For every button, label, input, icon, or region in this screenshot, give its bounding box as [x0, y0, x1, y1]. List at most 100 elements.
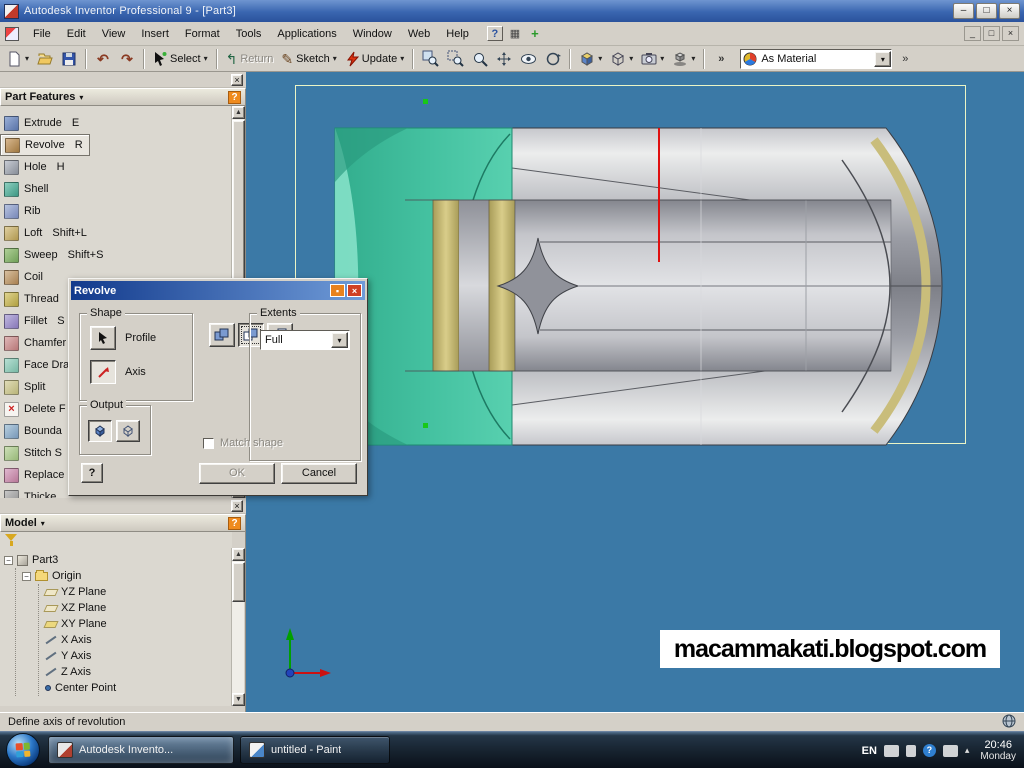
panel-item-shell[interactable]: Shell: [0, 178, 54, 200]
panel-item-fillet[interactable]: Fillet S: [0, 310, 71, 332]
model-panel-help-button[interactable]: ?: [228, 516, 241, 530]
menu-edit[interactable]: Edit: [59, 25, 94, 43]
filter-funnel-icon[interactable]: [5, 534, 17, 546]
wireframe-display-button[interactable]: ▾: [607, 48, 636, 70]
toolbar-overflow-chevron[interactable]: »: [894, 48, 916, 70]
material-combo[interactable]: As Material ▾: [740, 48, 893, 69]
maximize-button[interactable]: □: [976, 3, 997, 19]
sketch-button[interactable]: ✎ Sketch ▾: [278, 48, 339, 70]
tree-node-origin[interactable]: − Origin: [22, 568, 232, 584]
camera-view-button[interactable]: ▾: [638, 48, 667, 70]
axis-select-button[interactable]: [90, 360, 116, 384]
new-file-button[interactable]: ▾: [4, 48, 32, 70]
tree-collapse-toggle[interactable]: −: [4, 555, 13, 565]
pan-button[interactable]: [493, 48, 515, 70]
part-features-header[interactable]: Part Features ▾ ?: [0, 88, 246, 106]
panel-item-rib[interactable]: Rib: [0, 200, 47, 222]
toolbar-expand-chevron[interactable]: »: [710, 48, 732, 70]
save-button[interactable]: [58, 48, 80, 70]
shaded-display-button[interactable]: ▾: [576, 48, 605, 70]
tree-node-xy-plane[interactable]: XY Plane: [43, 616, 232, 632]
help-topics-icon[interactable]: ?: [486, 26, 503, 41]
material-combo-dropdown[interactable]: ▾: [874, 50, 892, 67]
menu-view[interactable]: View: [94, 25, 134, 43]
select-tool-button[interactable]: Select ▾: [150, 48, 211, 70]
undo-button[interactable]: ↶: [92, 48, 114, 70]
panel-item-loft[interactable]: Loft Shift+L: [0, 222, 93, 244]
menu-web[interactable]: Web: [400, 25, 438, 43]
menu-help[interactable]: Help: [438, 25, 477, 43]
menu-applications[interactable]: Applications: [269, 25, 344, 43]
scroll-down-arrow[interactable]: ▼: [232, 693, 245, 706]
panel-item-replace[interactable]: Replace: [0, 464, 70, 486]
mdi-minimize-button[interactable]: _: [964, 26, 981, 41]
tree-collapse-toggle[interactable]: −: [22, 571, 31, 581]
taskbar-button-inventor[interactable]: Autodesk Invento...: [48, 736, 234, 764]
menu-window[interactable]: Window: [345, 25, 400, 43]
taskbar-button-paint[interactable]: untitled - Paint: [240, 736, 390, 764]
zoom-button[interactable]: [469, 48, 491, 70]
shadow-display-button[interactable]: ▾: [669, 48, 698, 70]
tree-node-yz-plane[interactable]: YZ Plane: [43, 584, 232, 600]
menu-tools[interactable]: Tools: [228, 25, 270, 43]
extents-combo-dropdown[interactable]: ▾: [331, 332, 348, 348]
look-at-button[interactable]: [517, 48, 540, 70]
ok-button[interactable]: OK: [199, 463, 275, 484]
match-shape-checkbox[interactable]: Match shape: [203, 437, 283, 449]
revolve-dialog-titlebar[interactable]: Revolve ▪ ×: [71, 281, 365, 300]
menu-file[interactable]: File: [25, 25, 59, 43]
output-solid-button[interactable]: [88, 420, 112, 442]
part-features-help-button[interactable]: ?: [228, 90, 241, 104]
scroll-up-arrow[interactable]: ▲: [232, 548, 245, 561]
operation-join-button[interactable]: [209, 323, 235, 347]
taskbar-clock[interactable]: 20:46 Monday: [976, 739, 1016, 763]
dialog-close-button[interactable]: ×: [347, 284, 362, 297]
panel-item-face-draft[interactable]: Face Dra: [0, 354, 75, 376]
profile-select-button[interactable]: [90, 326, 116, 350]
panel-item-hole[interactable]: Hole H: [0, 156, 71, 178]
model-panel-header[interactable]: Model ▾ ?: [0, 514, 246, 532]
mdi-restore-button[interactable]: □: [983, 26, 1000, 41]
help-tray-icon[interactable]: ?: [922, 744, 936, 757]
tree-node-x-axis[interactable]: X Axis: [45, 632, 232, 648]
show-hidden-icons-button[interactable]: ▴: [965, 745, 970, 756]
tree-node-part3[interactable]: − Part3: [4, 552, 232, 568]
extents-combo[interactable]: Full ▾: [260, 330, 350, 350]
model-panel-close-button[interactable]: ×: [231, 500, 243, 512]
panel-item-delete-face[interactable]: × Delete F: [0, 398, 72, 420]
update-button[interactable]: Update ▾: [342, 48, 408, 70]
checkbox-box[interactable]: [203, 437, 214, 449]
panel-item-sweep[interactable]: Sweep Shift+S: [0, 244, 109, 266]
zoom-all-button[interactable]: [419, 48, 442, 70]
tree-node-center-point[interactable]: Center Point: [45, 680, 232, 696]
keyboard-tray-icon[interactable]: [883, 744, 899, 757]
open-button[interactable]: [34, 48, 56, 70]
menu-format[interactable]: Format: [177, 25, 228, 43]
panel-item-split[interactable]: Split: [0, 376, 51, 398]
display-tray-icon[interactable]: [942, 744, 958, 757]
add-icon[interactable]: +: [527, 26, 543, 41]
redo-button[interactable]: ↷: [116, 48, 138, 70]
model-tree-scrollbar[interactable]: ▲ ▼: [231, 548, 245, 706]
mdi-close-button[interactable]: ×: [1002, 26, 1019, 41]
scroll-thumb[interactable]: [232, 562, 245, 602]
chevron-down-icon[interactable]: ▾: [79, 93, 83, 102]
start-button[interactable]: [6, 733, 40, 767]
menu-insert[interactable]: Insert: [133, 25, 177, 43]
dialog-pin-button[interactable]: ▪: [330, 284, 345, 297]
panel-item-thicken[interactable]: Thicke: [0, 486, 62, 498]
zoom-window-button[interactable]: [444, 48, 467, 70]
minimize-button[interactable]: –: [953, 3, 974, 19]
panel-item-chamfer[interactable]: Chamfer: [0, 332, 72, 354]
panel-item-thread[interactable]: Thread: [0, 288, 65, 310]
grid-icon[interactable]: ▦: [507, 26, 523, 41]
return-button[interactable]: ↰ Return: [223, 48, 277, 70]
tree-node-y-axis[interactable]: Y Axis: [45, 648, 232, 664]
output-surface-button[interactable]: [116, 420, 140, 442]
tree-node-xz-plane[interactable]: XZ Plane: [43, 600, 232, 616]
close-button[interactable]: ×: [999, 3, 1020, 19]
volume-tray-icon[interactable]: [905, 744, 916, 757]
input-language-indicator[interactable]: EN: [862, 745, 877, 757]
part-features-close-button[interactable]: ×: [231, 74, 243, 86]
panel-item-boundary[interactable]: Bounda: [0, 420, 68, 442]
